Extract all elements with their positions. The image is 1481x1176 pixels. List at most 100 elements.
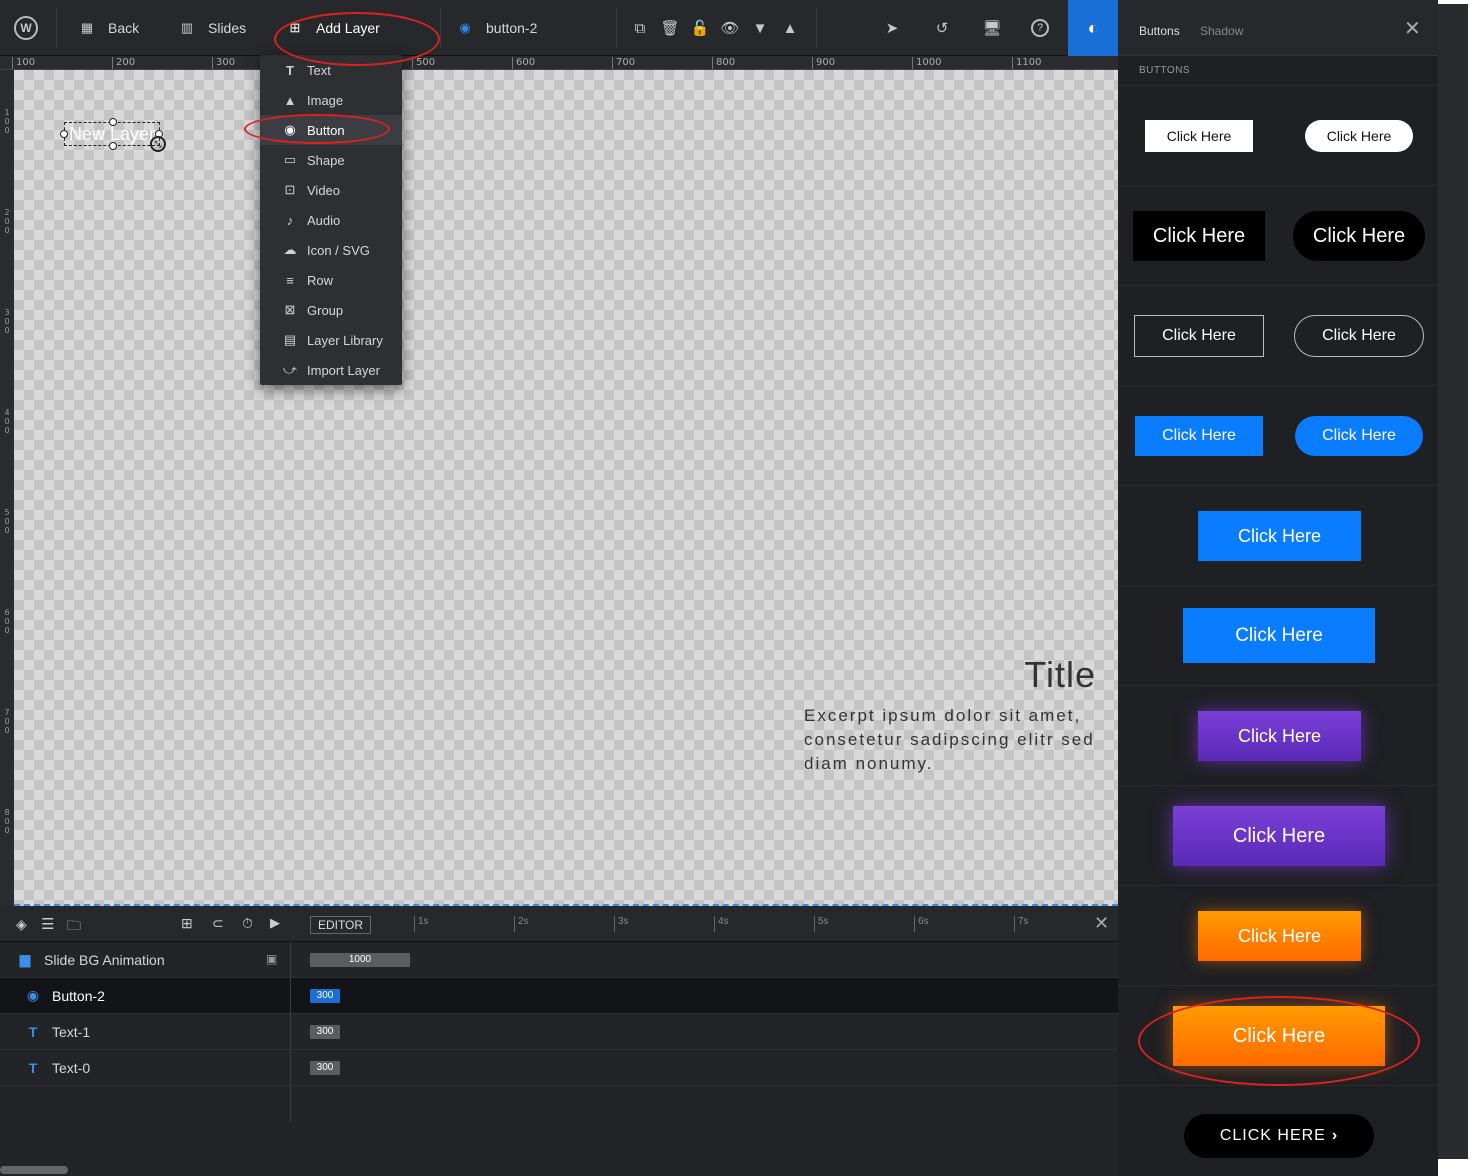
preset-button-white-round[interactable]: Click Here xyxy=(1305,120,1413,152)
menu-item-shape[interactable]: ▭ Shape xyxy=(260,145,402,175)
preset-button-label: CLICK HERE xyxy=(1219,1127,1326,1144)
timeline-row[interactable]: T Text-0 300 xyxy=(0,1050,1118,1086)
menu-item-label: Shape xyxy=(307,152,345,168)
menu-item-icon-svg[interactable]: ☁ Icon / SVG xyxy=(260,235,402,265)
contrast-icon[interactable]: ◐ xyxy=(1068,0,1118,56)
help-icon[interactable]: ? xyxy=(1031,19,1049,37)
preset-row: Click Here Click Here xyxy=(1118,186,1438,286)
timeline-bar[interactable]: 300 xyxy=(310,1025,340,1039)
trash-icon[interactable]: 🗑 xyxy=(659,17,681,39)
timeline-header: ◈ ☰ 🗀 ⊞ ⊂ ⏱ ▶ EDITOR 1s 2s 3s 4s 5s 6s 7… xyxy=(0,906,1118,942)
undo-icon[interactable]: ↺ xyxy=(931,17,953,39)
preset-row: Click Here xyxy=(1118,686,1438,786)
menu-item-image[interactable]: ▲ Image xyxy=(260,85,402,115)
preset-button-orange-medium[interactable]: Click Here xyxy=(1198,911,1361,961)
timeline-row[interactable]: ◉ Button-2 300 xyxy=(0,978,1118,1014)
preset-button-blue-square[interactable]: Click Here xyxy=(1135,416,1263,456)
text-layer-icon: T xyxy=(28,1059,38,1076)
layers-icon[interactable]: ◈ xyxy=(16,916,27,933)
text-icon: T xyxy=(286,62,294,78)
resize-handle[interactable] xyxy=(60,130,68,138)
ruler-label: 200 xyxy=(112,57,135,69)
ruler-label: 800 xyxy=(712,57,735,69)
tab-buttons[interactable]: Buttons xyxy=(1139,24,1180,38)
back-label: Back xyxy=(108,20,140,36)
slides-icon: ▥ xyxy=(180,20,194,35)
bg-image-icon[interactable]: ▣ xyxy=(266,952,277,966)
rotate-handle-icon[interactable]: ⤡ xyxy=(150,136,166,152)
slide-canvas[interactable]: New Layer ⤡ Title Excerpt ipsum dolor si… xyxy=(14,70,1118,906)
close-panel-icon[interactable]: ✕ xyxy=(1404,16,1421,41)
grid-icon: ▦ xyxy=(80,20,94,35)
back-button[interactable]: ▦ Back xyxy=(80,0,139,56)
magnet-icon[interactable]: ⊂ xyxy=(212,915,224,932)
preset-button-purple-medium[interactable]: Click Here xyxy=(1198,711,1361,761)
timeline-bar[interactable]: 1000 xyxy=(310,953,410,967)
slides-button[interactable]: ▥ Slides xyxy=(180,0,246,56)
button-presets-panel: Buttons Shadow ✕ BUTTONS Click Here Clic… xyxy=(1118,0,1438,1176)
ruler-label: 1000 xyxy=(912,57,941,69)
lock-icon[interactable]: 🔓 xyxy=(689,17,711,39)
preset-row: Click Here xyxy=(1118,486,1438,586)
ruler-label: 100 xyxy=(12,57,35,69)
preset-button-blue-large[interactable]: Click Here xyxy=(1183,608,1375,663)
eye-icon[interactable]: 👁 xyxy=(719,17,741,39)
highlight-oval xyxy=(244,114,390,144)
highlight-oval xyxy=(274,12,440,66)
preset-row: CLICK HERE › xyxy=(1118,1086,1438,1176)
timeline-bar[interactable]: 300 xyxy=(310,1061,340,1075)
slide-excerpt[interactable]: Excerpt ipsum dolor sit amet, consetetur… xyxy=(804,704,1104,776)
grid-toggle-icon[interactable]: ⊞ xyxy=(181,915,193,932)
timeline-row[interactable]: T Text-1 300 xyxy=(0,1014,1118,1050)
close-timeline-icon[interactable]: ✕ xyxy=(1094,913,1109,934)
list-icon[interactable]: ☰ xyxy=(41,915,54,933)
tab-shadow[interactable]: Shadow xyxy=(1200,24,1243,38)
library-icon: ▤ xyxy=(283,332,297,347)
timeline-panel: ◈ ☰ 🗀 ⊞ ⊂ ⏱ ▶ EDITOR 1s 2s 3s 4s 5s 6s 7… xyxy=(0,906,1118,1176)
preset-button-white-square[interactable]: Click Here xyxy=(1145,120,1253,152)
resize-handle[interactable] xyxy=(109,142,117,150)
layer-selector[interactable]: ◉ button-2 xyxy=(458,0,537,56)
menu-item-audio[interactable]: ♪ Audio xyxy=(260,205,402,235)
preset-button-blue-round[interactable]: Click Here xyxy=(1295,416,1423,456)
duplicate-icon[interactable]: ⧉ xyxy=(629,17,651,39)
slide-title[interactable]: Title xyxy=(1024,654,1096,696)
desktop-icon[interactable]: 🖥 xyxy=(981,17,1003,39)
folder-icon[interactable]: 🗀 xyxy=(67,915,81,939)
timeline-second: 4s xyxy=(714,916,729,932)
preset-button-outline-round[interactable]: Click Here xyxy=(1294,315,1424,357)
menu-item-import-layer[interactable]: ⤻ Import Layer xyxy=(260,355,402,385)
text-layer-icon: T xyxy=(28,1023,38,1040)
timeline-bar[interactable]: 300 xyxy=(310,989,340,1003)
preset-row: Click Here xyxy=(1118,886,1438,986)
editor-button[interactable]: EDITOR xyxy=(310,916,371,934)
timeline-row[interactable]: ▆ Slide BG Animation ▣ 1000 xyxy=(0,942,1118,978)
preset-button-black-caps[interactable]: CLICK HERE › xyxy=(1184,1114,1374,1158)
menu-item-row[interactable]: ≡ Row xyxy=(260,265,402,295)
import-icon: ⤻ xyxy=(283,362,297,377)
move-up-icon[interactable]: ▲ xyxy=(779,17,801,39)
vertical-ruler: 100 200 300 400 500 600 700 800 xyxy=(0,70,14,906)
preset-button-blue-medium[interactable]: Click Here xyxy=(1198,511,1361,561)
timeline-second: 7s xyxy=(1014,916,1029,932)
shape-icon: ▭ xyxy=(283,152,297,167)
menu-item-group[interactable]: ⊠ Group xyxy=(260,295,402,325)
preset-row: Click Here Click Here xyxy=(1118,86,1438,186)
preset-button-black-square[interactable]: Click Here xyxy=(1133,211,1265,261)
cursor-icon[interactable]: ➤ xyxy=(881,17,903,39)
preset-button-black-round[interactable]: Click Here xyxy=(1293,211,1425,261)
resize-handle[interactable] xyxy=(109,118,117,126)
menu-item-label: Import Layer xyxy=(307,362,380,378)
menu-item-video[interactable]: ⊡ Video xyxy=(260,175,402,205)
audio-icon: ♪ xyxy=(286,212,294,228)
play-icon[interactable]: ▶ xyxy=(270,915,280,931)
preset-button-purple-large[interactable]: Click Here xyxy=(1173,806,1385,866)
menu-item-label: Group xyxy=(307,302,344,318)
ruler-label: 600 xyxy=(512,57,535,69)
move-down-icon[interactable]: ▼ xyxy=(749,17,771,39)
horizontal-scrollbar[interactable] xyxy=(0,1166,68,1174)
menu-item-layer-library[interactable]: ▤ Layer Library xyxy=(260,325,402,355)
stopwatch-icon[interactable]: ⏱ xyxy=(242,915,253,932)
wordpress-icon[interactable]: W xyxy=(14,16,38,40)
preset-button-outline-square[interactable]: Click Here xyxy=(1134,315,1264,357)
